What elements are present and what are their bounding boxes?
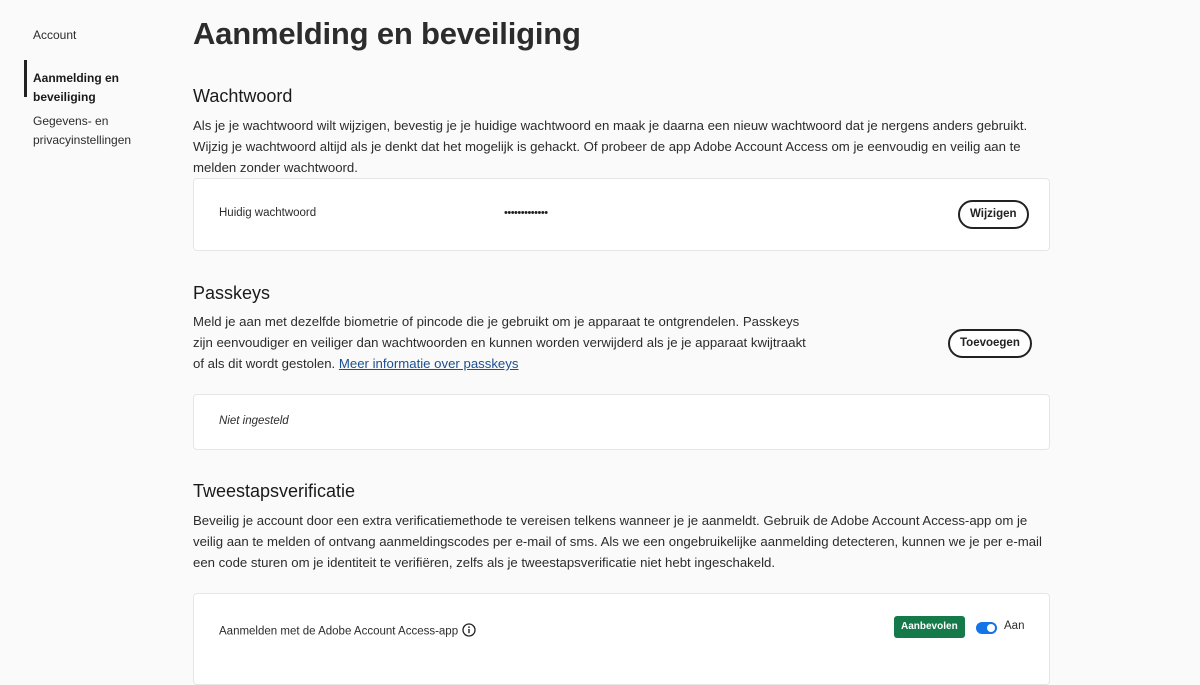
sidebar-item-account[interactable]: Account xyxy=(33,26,76,45)
app-option-row: Aanmelden met de Adobe Account Access-ap… xyxy=(219,623,476,640)
app-sign-in-toggle[interactable] xyxy=(976,622,997,634)
sidebar-item-sign-in-security[interactable]: Aanmelding en beveiliging xyxy=(33,69,170,107)
recommended-badge: Aanbevolen xyxy=(894,616,965,638)
current-password-label: Huidig wachtwoord xyxy=(219,207,317,219)
passkeys-learn-more-link[interactable]: Meer informatie over passkeys xyxy=(339,356,519,371)
info-icon[interactable] xyxy=(462,623,476,640)
two-step-description: Beveilig je account door een extra verif… xyxy=(193,513,1042,570)
toggle-knob xyxy=(987,624,995,632)
two-step-section-title: Tweestapsverificatie xyxy=(193,481,356,501)
passkeys-description: Meld je aan met dezelfde biometrie of pi… xyxy=(193,311,818,374)
app-option-label: Aanmelden met de Adobe Account Access-ap… xyxy=(219,625,459,638)
toggle-state-label: Aan xyxy=(1004,620,1025,632)
password-description: Als je je wachtwoord wilt wijzigen, beve… xyxy=(193,118,1028,175)
page-title: Aanmelding en beveiliging xyxy=(193,16,581,51)
change-password-button[interactable]: Wijzigen xyxy=(958,200,1029,229)
passkeys-status: Niet ingesteld xyxy=(219,415,289,427)
passkeys-card: Niet ingesteld xyxy=(193,394,1050,450)
passkeys-section-title: Passkeys xyxy=(193,283,271,303)
password-card: Huidig wachtwoord ••••••••••••• Wijzigen xyxy=(193,178,1050,251)
add-passkey-button[interactable]: Toevoegen xyxy=(948,329,1032,358)
sidebar-item-privacy[interactable]: Gegevens- en privacyinstellingen xyxy=(33,112,143,150)
masked-password-value: ••••••••••••• xyxy=(504,207,548,219)
password-section-title: Wachtwoord xyxy=(193,86,293,106)
two-step-app-card: Aanmelden met de Adobe Account Access-ap… xyxy=(193,593,1050,685)
sidebar-active-indicator xyxy=(24,60,27,97)
